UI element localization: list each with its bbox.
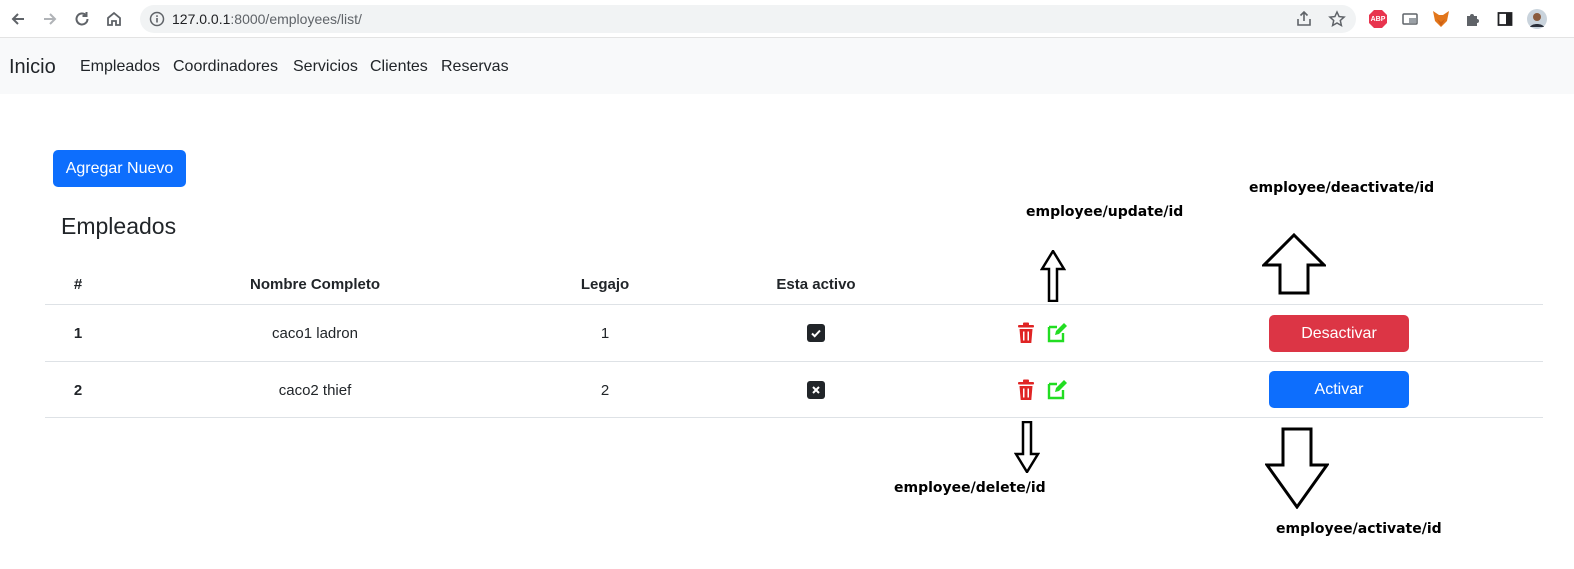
nav-link-clientes[interactable]: Clientes [370, 58, 428, 76]
annotation-deactivate: employee/deactivate/id [1249, 180, 1435, 196]
sidebar-icon[interactable] [1494, 8, 1516, 30]
add-new-button[interactable]: Agregar Nuevo [53, 150, 186, 187]
column-header-name: Nombre Completo [249, 276, 381, 293]
avatar[interactable] [1526, 8, 1548, 30]
row-2-legajo: 2 [600, 382, 610, 399]
info-icon[interactable] [149, 11, 165, 32]
url-path: :8000/employees/list/ [230, 11, 362, 27]
edit-icon[interactable] [1046, 322, 1068, 344]
column-header-legajo: Legajo [580, 276, 630, 293]
page: 127.0.0.1:8000/employees/list/ ABP Inici… [0, 0, 1574, 569]
back-icon[interactable] [5, 6, 31, 32]
nav-link-reservas[interactable]: Reservas [441, 58, 509, 76]
row-1-name: caco1 ladron [272, 325, 358, 342]
row-1-id: 1 [73, 325, 83, 342]
nav-link-coordinadores[interactable]: Coordinadores [173, 58, 278, 76]
activate-button[interactable]: Activar [1269, 371, 1409, 408]
nav-link-empleados[interactable]: Empleados [80, 58, 160, 76]
column-header-number: # [73, 276, 83, 293]
annotation-update: employee/update/id [1026, 204, 1184, 220]
navbar: Inicio Empleados Coordinadores Servicios… [0, 38, 1574, 94]
table-divider [45, 361, 1543, 362]
annotation-activate: employee/activate/id [1276, 521, 1442, 537]
row-1-legajo: 1 [600, 325, 610, 342]
url-host: 127.0.0.1 [172, 11, 231, 27]
abp-label: ABP [1370, 15, 1386, 23]
check-icon [807, 324, 825, 342]
url-text: 127.0.0.1:8000/employees/list/ [172, 11, 362, 27]
navbar-brand[interactable]: Inicio [9, 56, 56, 79]
table-divider [45, 417, 1543, 418]
home-icon[interactable] [101, 6, 127, 32]
annotation-delete: employee/delete/id [894, 480, 1046, 496]
abp-icon[interactable]: ABP [1367, 8, 1389, 30]
up-arrow-icon [1262, 233, 1326, 295]
address-bar[interactable]: 127.0.0.1:8000/employees/list/ [140, 5, 1356, 33]
reload-icon[interactable] [69, 6, 95, 32]
edit-icon[interactable] [1046, 379, 1068, 401]
table-divider [45, 304, 1543, 305]
deactivate-button[interactable]: Desactivar [1269, 315, 1409, 352]
row-2-id: 2 [73, 382, 83, 399]
cast-icon[interactable] [1399, 8, 1421, 30]
share-icon[interactable] [1295, 10, 1313, 33]
star-icon[interactable] [1328, 10, 1346, 33]
page-title: Empleados [61, 213, 177, 239]
up-arrow-icon [1040, 250, 1066, 302]
row-2-name: caco2 thief [278, 382, 352, 399]
down-arrow-icon [1265, 427, 1329, 509]
fox-icon[interactable] [1430, 8, 1452, 30]
x-mark-icon [807, 381, 825, 399]
forward-icon[interactable] [37, 6, 63, 32]
trash-icon[interactable] [1015, 379, 1037, 401]
trash-icon[interactable] [1015, 322, 1037, 344]
puzzle-icon[interactable] [1462, 8, 1484, 30]
down-arrow-icon [1014, 421, 1040, 473]
column-header-active: Esta activo [776, 276, 856, 293]
nav-link-servicios[interactable]: Servicios [293, 58, 358, 76]
browser-toolbar: 127.0.0.1:8000/employees/list/ ABP [0, 0, 1574, 38]
